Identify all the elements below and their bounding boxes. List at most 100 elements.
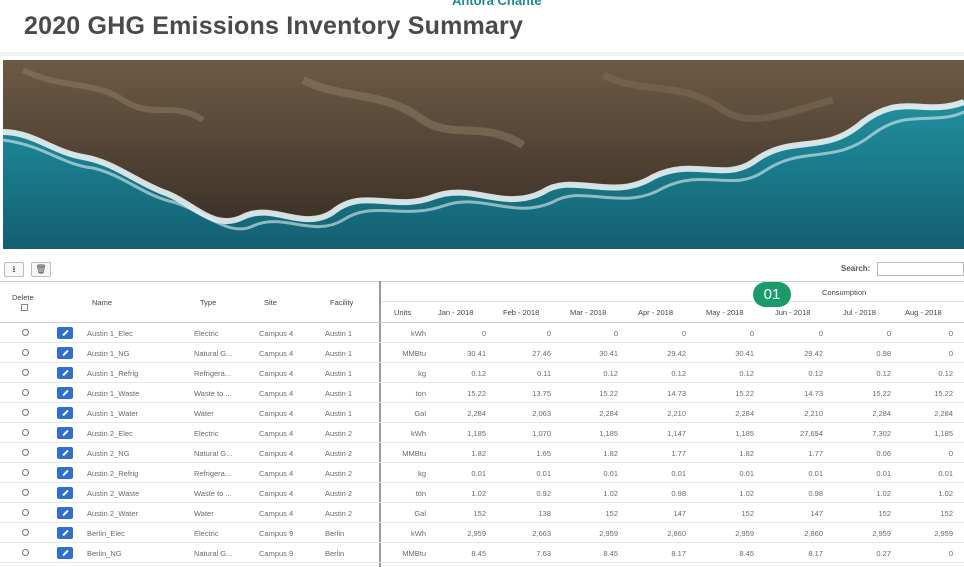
edit-pencil-icon[interactable] (57, 367, 73, 379)
cell-value: 15.22 (872, 389, 891, 398)
row-delete-radio[interactable] (22, 409, 29, 416)
header-name[interactable]: Name (92, 298, 112, 307)
header-jun-2018[interactable]: Jun - 2018 (775, 308, 810, 317)
row-divider (0, 482, 964, 483)
cell-value: 0 (886, 329, 891, 338)
cell-value: 152 (878, 509, 891, 518)
step-badge: 01 (753, 282, 791, 307)
edit-pencil-icon[interactable] (57, 467, 73, 479)
row-delete-radio[interactable] (22, 489, 29, 496)
edit-pencil-icon[interactable] (57, 487, 73, 499)
header-label: Mar - 2018 (570, 308, 607, 317)
edit-pencil-icon[interactable] (57, 447, 73, 459)
cell-site: Campus 4 (259, 409, 294, 418)
cell-value: 0 (481, 329, 486, 338)
header-mar-2018[interactable]: Mar - 2018 (570, 308, 606, 317)
select-all-checkbox[interactable] (21, 304, 28, 311)
search-label: Search: (841, 264, 871, 273)
cell-type: Water (194, 409, 214, 418)
header-facility[interactable]: Facility (330, 298, 353, 307)
cell-units: MMBtu (402, 549, 426, 558)
header-units[interactable]: Units (394, 308, 411, 317)
frozen-column-separator (379, 281, 381, 567)
cell-value: 0.12 (739, 369, 754, 378)
edit-pencil-icon[interactable] (57, 327, 73, 339)
row-divider (0, 382, 964, 383)
cell-value: 2,284 (467, 409, 486, 418)
cell-value: 30.41 (735, 349, 754, 358)
row-delete-radio[interactable] (22, 349, 29, 356)
cell-value: 8.45 (603, 549, 618, 558)
header-jan-2018[interactable]: Jan - 2018 (438, 308, 473, 317)
row-delete-radio[interactable] (22, 469, 29, 476)
cell-value: 0.01 (876, 469, 891, 478)
cell-value: 0.01 (938, 469, 953, 478)
header-delete: Delete (12, 293, 34, 302)
cell-value: 1,147 (667, 429, 686, 438)
cell-type: Electric (194, 529, 219, 538)
row-divider (0, 462, 964, 463)
cell-value: 1.77 (808, 449, 823, 458)
cell-value: 0.01 (808, 469, 823, 478)
header-label: Apr - 2018 (638, 308, 674, 317)
cell-facility: Austin 2 (325, 469, 353, 478)
cell-value: 2,663 (532, 529, 551, 538)
delete-selected-button[interactable]: 🗑 (31, 262, 51, 277)
row-divider (0, 522, 964, 523)
row-delete-radio[interactable] (22, 449, 29, 456)
edit-pencil-icon[interactable] (57, 507, 73, 519)
cell-value: 2,959 (735, 529, 754, 538)
row-delete-radio[interactable] (22, 549, 29, 556)
search-input[interactable] (877, 262, 964, 276)
cell-value: 0.27 (876, 549, 891, 558)
header-label: Aug - 2018 (905, 308, 942, 317)
consumption-header-band (382, 281, 964, 301)
edit-pencil-icon[interactable] (57, 547, 73, 559)
cell-value: 0 (613, 329, 618, 338)
header-type[interactable]: Type (200, 298, 216, 307)
cell-site: Campus 4 (259, 429, 294, 438)
cell-name: Austin 2_Water (87, 509, 138, 518)
cell-value: 7,302 (872, 429, 891, 438)
row-delete-radio[interactable] (22, 329, 29, 336)
edit-pencil-icon[interactable] (57, 427, 73, 439)
cell-value: 0 (948, 329, 953, 338)
edit-pencil-icon[interactable] (57, 527, 73, 539)
header-aug-2018[interactable]: Aug - 2018 (905, 308, 942, 317)
export-button[interactable]: ⭳ (4, 262, 24, 277)
cell-value: 1,185 (934, 429, 953, 438)
header-may-2018[interactable]: May - 2018 (706, 308, 744, 317)
cell-value: 1.82 (603, 449, 618, 458)
cell-facility: Austin 2 (325, 509, 353, 518)
row-delete-radio[interactable] (22, 509, 29, 516)
cell-value: 1.65 (536, 449, 551, 458)
cell-name: Austin 1_Refrig (87, 369, 139, 378)
cell-value: 2,959 (599, 529, 618, 538)
page-title: 2020 GHG Emissions Inventory Summary (24, 12, 524, 40)
row-divider (0, 422, 964, 423)
header-label: Jul - 2018 (843, 308, 876, 317)
cell-value: 0.12 (603, 369, 618, 378)
cell-type: Electric (194, 329, 219, 338)
cut-off-header-text: Antora Chante (452, 0, 542, 8)
row-delete-radio[interactable] (22, 369, 29, 376)
cell-site: Campus 4 (259, 389, 294, 398)
row-delete-radio[interactable] (22, 529, 29, 536)
cell-value: 2,860 (804, 529, 823, 538)
header-jul-2018[interactable]: Jul - 2018 (843, 308, 876, 317)
cell-value: 15.22 (735, 389, 754, 398)
cell-value: 2,959 (872, 529, 891, 538)
row-delete-radio[interactable] (22, 429, 29, 436)
edit-pencil-icon[interactable] (57, 347, 73, 359)
header-apr-2018[interactable]: Apr - 2018 (638, 308, 673, 317)
edit-pencil-icon[interactable] (57, 387, 73, 399)
cell-type: Water (194, 509, 214, 518)
cell-value: 147 (810, 509, 823, 518)
edit-pencil-icon[interactable] (57, 407, 73, 419)
cell-units: kWh (411, 429, 426, 438)
cell-value: 30.41 (467, 349, 486, 358)
header-feb-2018[interactable]: Feb - 2018 (503, 308, 539, 317)
row-divider (0, 442, 964, 443)
header-site[interactable]: Site (264, 298, 277, 307)
row-delete-radio[interactable] (22, 389, 29, 396)
